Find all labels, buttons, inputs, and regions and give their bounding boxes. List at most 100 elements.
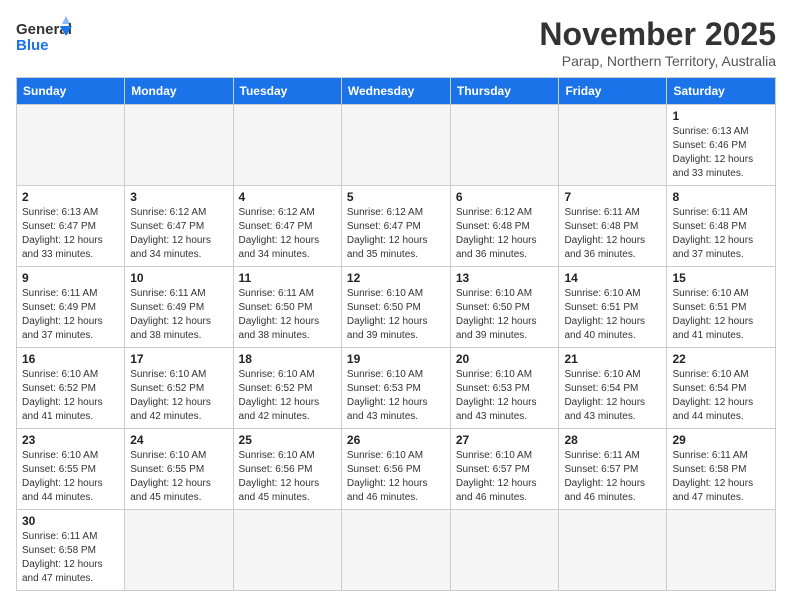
calendar-cell: 12 Sunrise: 6:10 AM Sunset: 6:50 PM Dayli… [341,267,450,348]
day-number: 18 [239,352,336,366]
day-info: Sunrise: 6:10 AM Sunset: 6:52 PM Dayligh… [22,368,119,424]
day-number: 22 [672,352,770,366]
day-info: Sunrise: 6:10 AM Sunset: 6:50 PM Dayligh… [456,287,554,343]
day-number: 24 [130,433,227,447]
logo-icon: General Blue [16,16,76,60]
calendar-cell: 7Sunrise: 6:11 AM Sunset: 6:48 PM Daylig… [559,186,667,267]
calendar-cell [559,510,667,591]
day-info: Sunrise: 6:10 AM Sunset: 6:56 PM Dayligh… [239,449,336,505]
calendar-table: Sunday Monday Tuesday Wednesday Thursday… [16,77,776,591]
calendar-cell: 4 Sunrise: 6:12 AM Sunset: 6:47 PM Daylig… [233,186,341,267]
subtitle: Parap, Northern Territory, Australia [539,53,776,69]
day-info: Sunrise: 6:10 AM Sunset: 6:51 PM Dayligh… [564,287,661,343]
calendar-cell: 24 Sunrise: 6:10 AM Sunset: 6:55 PM Dayli… [125,429,233,510]
col-friday: Friday [559,78,667,105]
day-number: 2 [22,190,119,204]
day-number: 23 [22,433,119,447]
day-number: 29 [672,433,770,447]
day-number: 30 [22,514,119,528]
day-number: 20 [456,352,554,366]
day-info: Sunrise: 6:10 AM Sunset: 6:55 PM Dayligh… [130,449,227,505]
day-info: Sunrise: 6:11 AM Sunset: 6:49 PM Dayligh… [130,287,227,343]
calendar-cell [125,510,233,591]
day-info: Sunrise: 6:12 AM Sunset: 6:47 PM Dayligh… [239,206,336,262]
day-info: Sunrise: 6:10 AM Sunset: 6:54 PM Dayligh… [672,368,770,424]
day-number: 16 [22,352,119,366]
day-number: 10 [130,271,227,285]
calendar-week-row: 9 Sunrise: 6:11 AM Sunset: 6:49 PM Daylig… [17,267,776,348]
calendar-cell [667,510,776,591]
calendar-cell: 8Sunrise: 6:11 AM Sunset: 6:48 PM Daylig… [667,186,776,267]
day-number: 21 [564,352,661,366]
calendar-cell: 18 Sunrise: 6:10 AM Sunset: 6:52 PM Dayli… [233,348,341,429]
col-sunday: Sunday [17,78,125,105]
calendar-cell: 27Sunrise: 6:10 AM Sunset: 6:57 PM Dayli… [450,429,559,510]
day-number: 5 [347,190,445,204]
calendar-cell [17,105,125,186]
col-saturday: Saturday [667,78,776,105]
calendar-cell: 22 Sunrise: 6:10 AM Sunset: 6:54 PM Dayli… [667,348,776,429]
calendar-cell: 26Sunrise: 6:10 AM Sunset: 6:56 PM Dayli… [341,429,450,510]
day-info: Sunrise: 6:11 AM Sunset: 6:50 PM Dayligh… [239,287,336,343]
day-info: Sunrise: 6:10 AM Sunset: 6:54 PM Dayligh… [564,368,661,424]
calendar-cell: 10 Sunrise: 6:11 AM Sunset: 6:49 PM Dayli… [125,267,233,348]
day-info: Sunrise: 6:13 AM Sunset: 6:46 PM Dayligh… [672,125,770,181]
day-number: 1 [672,109,770,123]
calendar-cell: 15 Sunrise: 6:10 AM Sunset: 6:51 PM Dayli… [667,267,776,348]
day-info: Sunrise: 6:10 AM Sunset: 6:53 PM Dayligh… [456,368,554,424]
day-number: 25 [239,433,336,447]
col-thursday: Thursday [450,78,559,105]
calendar-cell: 19Sunrise: 6:10 AM Sunset: 6:53 PM Dayli… [341,348,450,429]
calendar-cell [450,105,559,186]
calendar-cell: 2 Sunrise: 6:13 AM Sunset: 6:47 PM Daylig… [17,186,125,267]
calendar-header-row: Sunday Monday Tuesday Wednesday Thursday… [17,78,776,105]
calendar-cell [450,510,559,591]
calendar-cell: 3Sunrise: 6:12 AM Sunset: 6:47 PM Daylig… [125,186,233,267]
day-info: Sunrise: 6:10 AM Sunset: 6:57 PM Dayligh… [456,449,554,505]
day-info: Sunrise: 6:10 AM Sunset: 6:51 PM Dayligh… [672,287,770,343]
calendar-cell: 16 Sunrise: 6:10 AM Sunset: 6:52 PM Dayli… [17,348,125,429]
page-header: General Blue November 2025 Parap, Northe… [16,16,776,69]
calendar-cell: 21 Sunrise: 6:10 AM Sunset: 6:54 PM Dayli… [559,348,667,429]
calendar-cell [559,105,667,186]
calendar-cell: 11 Sunrise: 6:11 AM Sunset: 6:50 PM Dayli… [233,267,341,348]
calendar-cell [125,105,233,186]
col-wednesday: Wednesday [341,78,450,105]
calendar-cell: 14 Sunrise: 6:10 AM Sunset: 6:51 PM Dayli… [559,267,667,348]
col-tuesday: Tuesday [233,78,341,105]
day-info: Sunrise: 6:12 AM Sunset: 6:48 PM Dayligh… [456,206,554,262]
month-title: November 2025 [539,16,776,53]
calendar-week-row: 16 Sunrise: 6:10 AM Sunset: 6:52 PM Dayli… [17,348,776,429]
day-info: Sunrise: 6:10 AM Sunset: 6:53 PM Dayligh… [347,368,445,424]
calendar-cell: 23Sunrise: 6:10 AM Sunset: 6:55 PM Dayli… [17,429,125,510]
day-number: 9 [22,271,119,285]
day-number: 13 [456,271,554,285]
calendar-cell: 1 Sunrise: 6:13 AM Sunset: 6:46 PM Daylig… [667,105,776,186]
day-info: Sunrise: 6:11 AM Sunset: 6:49 PM Dayligh… [22,287,119,343]
day-info: Sunrise: 6:11 AM Sunset: 6:58 PM Dayligh… [672,449,770,505]
day-number: 17 [130,352,227,366]
day-info: Sunrise: 6:13 AM Sunset: 6:47 PM Dayligh… [22,206,119,262]
day-number: 4 [239,190,336,204]
day-number: 15 [672,271,770,285]
day-info: Sunrise: 6:11 AM Sunset: 6:58 PM Dayligh… [22,530,119,586]
calendar-cell [341,105,450,186]
calendar-cell [233,105,341,186]
day-number: 14 [564,271,661,285]
calendar-cell: 9 Sunrise: 6:11 AM Sunset: 6:49 PM Daylig… [17,267,125,348]
day-info: Sunrise: 6:10 AM Sunset: 6:52 PM Dayligh… [239,368,336,424]
day-info: Sunrise: 6:10 AM Sunset: 6:50 PM Dayligh… [347,287,445,343]
day-number: 12 [347,271,445,285]
day-number: 28 [564,433,661,447]
day-number: 11 [239,271,336,285]
title-area: November 2025 Parap, Northern Territory,… [539,16,776,69]
calendar-cell: 29 Sunrise: 6:11 AM Sunset: 6:58 PM Dayli… [667,429,776,510]
day-number: 8 [672,190,770,204]
calendar-week-row: 1 Sunrise: 6:13 AM Sunset: 6:46 PM Daylig… [17,105,776,186]
calendar-week-row: 30 Sunrise: 6:11 AM Sunset: 6:58 PM Dayli… [17,510,776,591]
col-monday: Monday [125,78,233,105]
calendar-cell: 28 Sunrise: 6:11 AM Sunset: 6:57 PM Dayli… [559,429,667,510]
day-info: Sunrise: 6:11 AM Sunset: 6:57 PM Dayligh… [564,449,661,505]
day-info: Sunrise: 6:10 AM Sunset: 6:56 PM Dayligh… [347,449,445,505]
day-number: 7 [564,190,661,204]
